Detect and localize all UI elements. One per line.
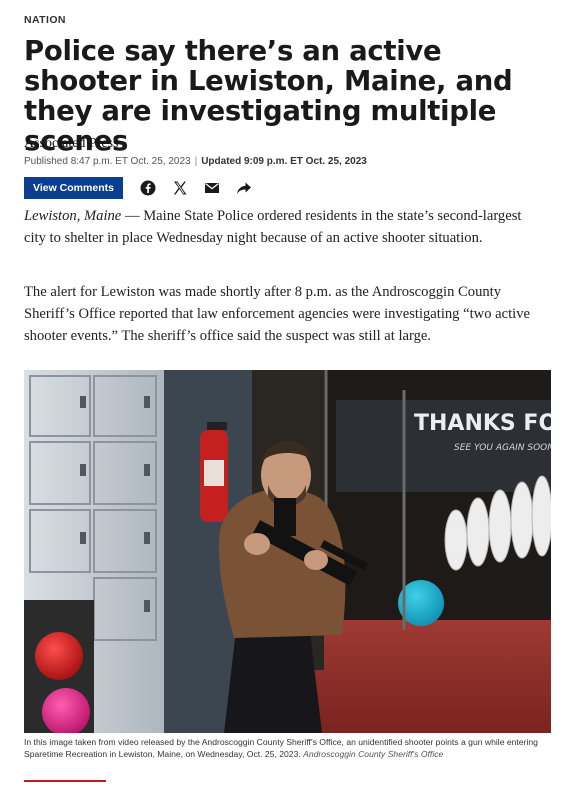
published-time: Published 8:47 p.m. ET Oct. 25, 2023 bbox=[24, 156, 191, 167]
timestamp-divider: | bbox=[194, 156, 198, 167]
paragraph-2: The alert for Lewiston was made shortly … bbox=[24, 284, 530, 344]
updated-time: Updated 9:09 p.m. ET Oct. 25, 2023 bbox=[201, 156, 367, 167]
share-arrow-icon[interactable] bbox=[234, 178, 254, 198]
facebook-icon[interactable] bbox=[138, 178, 158, 198]
byline: Associated Press bbox=[24, 136, 119, 151]
photo-caption: In this image taken from video released … bbox=[24, 737, 544, 760]
section-divider bbox=[24, 780, 106, 782]
email-icon[interactable] bbox=[202, 178, 222, 198]
article-photo[interactable]: THANKS FO SEE YOU AGAIN SOON bbox=[24, 370, 551, 733]
view-comments-button[interactable]: View Comments bbox=[24, 177, 123, 199]
share-toolbar: View Comments bbox=[24, 177, 254, 199]
x-icon[interactable] bbox=[170, 178, 190, 198]
section-kicker[interactable]: NATION bbox=[24, 14, 66, 26]
share-icons bbox=[138, 178, 254, 198]
caption-text: In this image taken from video released … bbox=[24, 737, 538, 759]
timestamps: Published 8:47 p.m. ET Oct. 25, 2023 | Upd… bbox=[24, 156, 367, 167]
caption-credit: Androscoggin County Sheriff's Office bbox=[303, 748, 444, 759]
paragraph-1: Lewiston, Maine — Maine State Police ord… bbox=[24, 205, 544, 249]
svg-text:SEE YOU AGAIN SOON: SEE YOU AGAIN SOON bbox=[454, 443, 551, 453]
photo-sign-text: THANKS FO bbox=[414, 411, 551, 436]
dateline: Lewiston, Maine bbox=[24, 208, 122, 224]
